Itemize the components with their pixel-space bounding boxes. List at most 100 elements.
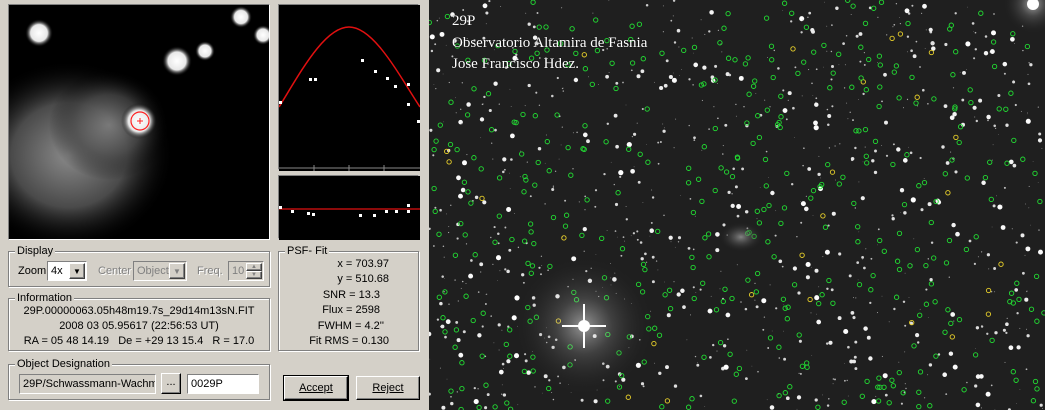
star bbox=[899, 188, 905, 193]
zoomed-star-view[interactable] bbox=[8, 4, 270, 240]
star bbox=[501, 329, 503, 331]
object-name-field[interactable]: 29P/Schwassmann-Wachmann bbox=[19, 374, 156, 394]
object-code-input[interactable]: 0029P bbox=[187, 374, 259, 394]
star bbox=[655, 260, 658, 262]
star bbox=[666, 313, 671, 318]
star bbox=[763, 316, 766, 318]
star bbox=[1003, 72, 1006, 75]
browse-object-button[interactable]: ... bbox=[161, 373, 181, 394]
psf-fwhm-value: FWHM = 4.2'' bbox=[317, 320, 384, 332]
star bbox=[633, 132, 637, 136]
star bbox=[942, 372, 948, 378]
star bbox=[1002, 328, 1006, 332]
accept-button[interactable]: Accept bbox=[283, 375, 349, 401]
star bbox=[778, 259, 783, 264]
star bbox=[884, 393, 888, 397]
star bbox=[588, 76, 589, 78]
reject-button[interactable]: Reject bbox=[356, 376, 420, 400]
chevron-down-icon[interactable]: ▼ bbox=[169, 263, 185, 279]
star bbox=[838, 64, 840, 66]
star bbox=[1012, 163, 1017, 168]
star bbox=[447, 231, 450, 234]
star bbox=[538, 266, 541, 269]
star bbox=[924, 47, 926, 49]
star bbox=[432, 154, 435, 157]
star bbox=[877, 228, 880, 231]
information-group-title: Information bbox=[15, 291, 75, 305]
star bbox=[916, 341, 920, 344]
star bbox=[615, 144, 619, 149]
star bbox=[696, 363, 700, 367]
star bbox=[746, 349, 748, 351]
star bbox=[1024, 254, 1026, 256]
star bbox=[724, 123, 728, 127]
star bbox=[948, 351, 954, 356]
star bbox=[572, 132, 574, 134]
star bbox=[773, 49, 776, 52]
star bbox=[816, 313, 817, 315]
center-label: Center bbox=[98, 265, 132, 277]
star bbox=[925, 29, 927, 31]
star bbox=[830, 78, 833, 81]
star bbox=[493, 226, 496, 229]
star bbox=[743, 105, 745, 108]
psf-profile-plot bbox=[278, 4, 421, 171]
star bbox=[1011, 228, 1013, 230]
star bbox=[522, 281, 525, 284]
star bbox=[871, 159, 875, 163]
star bbox=[862, 161, 864, 163]
star bbox=[721, 51, 723, 53]
star bbox=[500, 6, 502, 7]
star bbox=[689, 198, 692, 200]
star bbox=[892, 26, 894, 28]
star bbox=[863, 326, 868, 331]
star bbox=[636, 238, 639, 241]
zoom-select[interactable]: 4x ▼ bbox=[47, 261, 87, 281]
star bbox=[536, 12, 539, 14]
star bbox=[480, 271, 482, 273]
star bbox=[598, 84, 600, 85]
freq-spinner[interactable]: 10 ▲ ▼ bbox=[228, 261, 264, 281]
star bbox=[814, 295, 820, 301]
star bbox=[882, 373, 888, 379]
star bbox=[945, 161, 950, 165]
spin-up-icon[interactable]: ▲ bbox=[246, 263, 262, 271]
star bbox=[811, 266, 812, 268]
star bbox=[775, 210, 777, 212]
star bbox=[504, 226, 507, 229]
freq-label: Freq. bbox=[197, 265, 223, 277]
star-blob bbox=[25, 19, 53, 47]
star bbox=[822, 394, 823, 396]
star bbox=[1025, 203, 1027, 205]
star bbox=[744, 377, 748, 381]
star bbox=[651, 280, 655, 284]
star bbox=[595, 254, 597, 256]
star bbox=[1028, 185, 1030, 187]
center-select[interactable]: Object ▼ bbox=[133, 261, 187, 281]
star bbox=[832, 383, 834, 385]
star bbox=[485, 23, 487, 25]
star bbox=[688, 124, 690, 127]
measurement-panel: Display Zoom 4x ▼ Center Object ▼ Freq. … bbox=[0, 0, 429, 410]
star bbox=[941, 145, 945, 149]
star bbox=[659, 141, 662, 143]
star bbox=[458, 193, 463, 199]
star bbox=[680, 195, 681, 197]
star bbox=[671, 77, 677, 83]
star bbox=[927, 374, 929, 376]
star bbox=[509, 88, 511, 90]
star bbox=[738, 75, 744, 81]
spin-down-icon[interactable]: ▼ bbox=[246, 271, 262, 279]
star bbox=[642, 202, 644, 203]
star bbox=[875, 395, 877, 397]
star bbox=[968, 239, 972, 243]
chevron-down-icon[interactable]: ▼ bbox=[69, 263, 85, 279]
star bbox=[994, 331, 998, 335]
star bbox=[826, 50, 828, 52]
sky-image-view[interactable]: 29P Observatorio Altamira de Fasnia Jose… bbox=[429, 0, 1045, 410]
star bbox=[615, 81, 619, 85]
star bbox=[712, 343, 715, 347]
star bbox=[513, 353, 520, 359]
star bbox=[915, 40, 918, 43]
star bbox=[456, 391, 458, 393]
